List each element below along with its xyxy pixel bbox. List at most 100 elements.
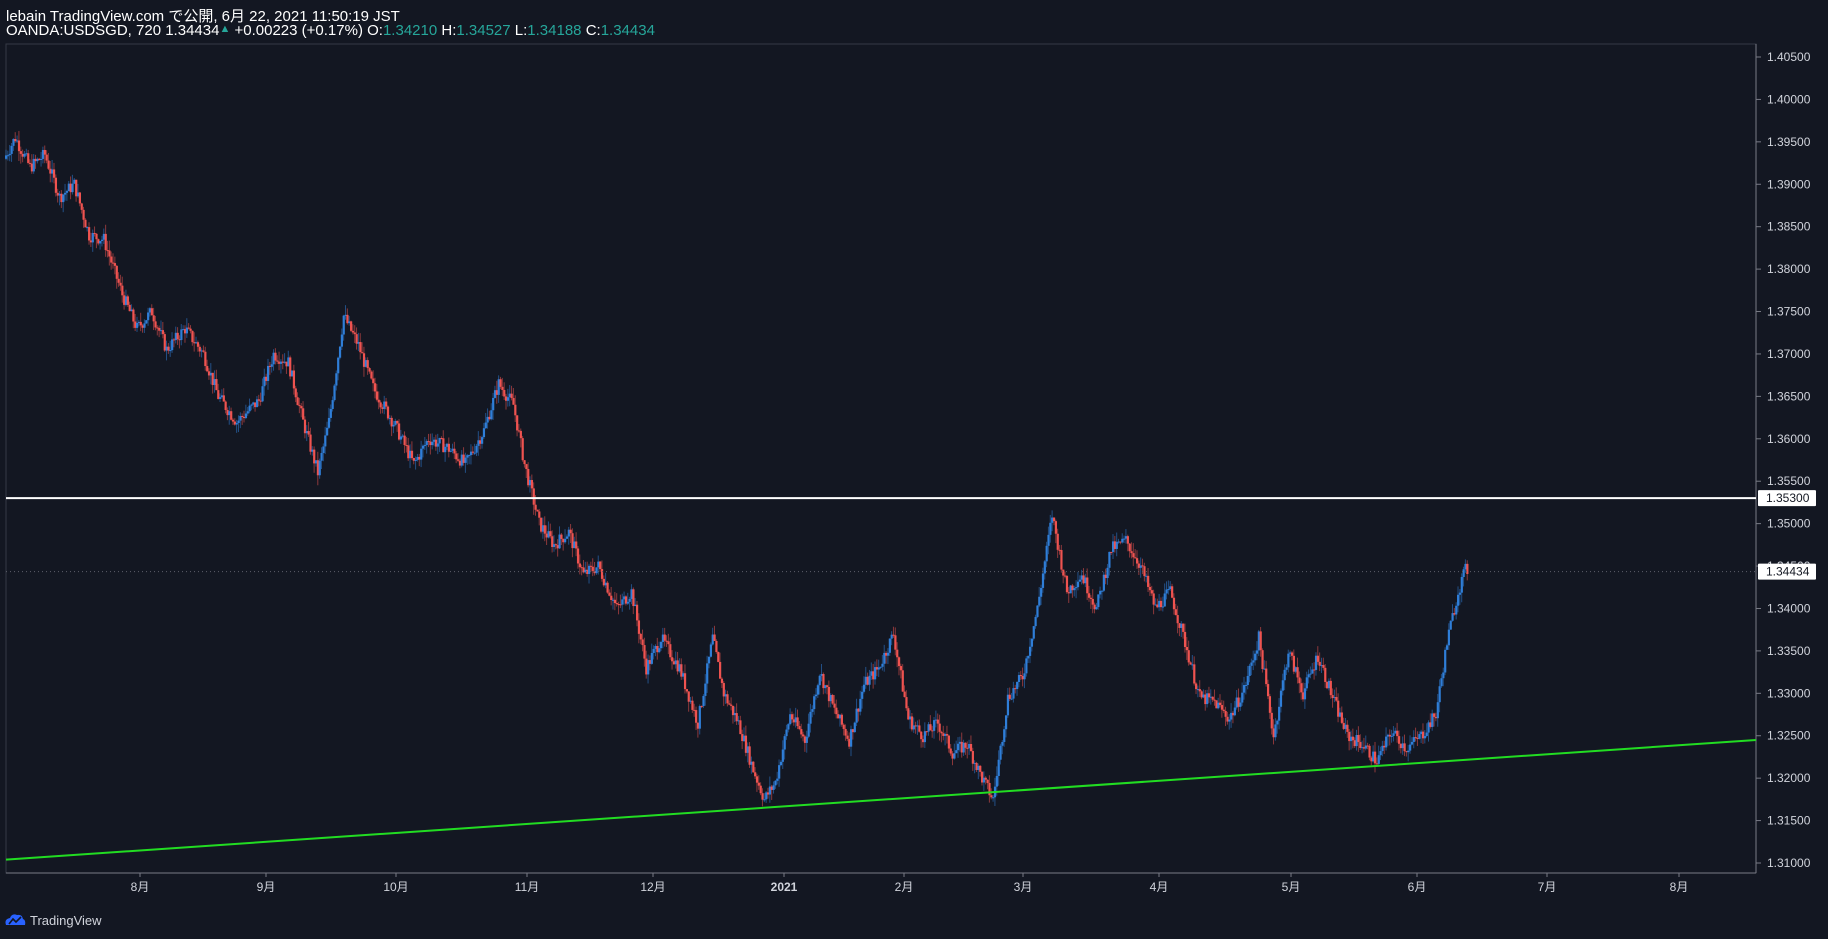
candle-up (337, 357, 340, 374)
candle-up (787, 724, 790, 730)
candle-down (615, 603, 618, 605)
time-tick-label: 10月 (383, 880, 408, 894)
candle-up (1028, 646, 1032, 656)
candles-layer (5, 130, 1469, 807)
candle-up (776, 778, 779, 781)
candle-up (595, 567, 598, 574)
candle-down (1207, 693, 1211, 698)
candle-down (104, 233, 107, 251)
candle-down (150, 308, 153, 316)
candle-up (886, 652, 890, 656)
candle-down (231, 419, 235, 422)
candle-down (1346, 724, 1349, 732)
time-tick-label: 8月 (1670, 880, 1689, 894)
price-tick-label: 1.40500 (1767, 50, 1811, 64)
candle-down (189, 328, 192, 331)
candle-up (565, 536, 569, 539)
candle-up (1049, 522, 1052, 535)
price-axis[interactable]: 1.40500 1.40000 1.39500 1.39000 1.38500 1.380… (1756, 50, 1811, 870)
candle-up (1440, 678, 1443, 687)
candle-down (126, 296, 129, 305)
candle-down (1148, 586, 1152, 591)
candle-down (224, 401, 227, 411)
candle-up (1027, 655, 1030, 659)
candle-up (811, 709, 814, 712)
candle-down (728, 703, 731, 705)
candle-up (329, 408, 332, 418)
price-chart[interactable]: 1.40500 1.40000 1.39500 1.39000 1.38500 1.380… (0, 0, 1828, 939)
candle-down (905, 697, 908, 709)
candle-down (1150, 590, 1153, 594)
candle-up (1449, 620, 1452, 630)
candle-down (613, 599, 617, 604)
candle-up (1010, 698, 1013, 700)
candle-down (1224, 710, 1227, 717)
candle-down (1220, 705, 1224, 710)
candle-up (702, 695, 705, 707)
candle-up (1442, 672, 1445, 679)
candle-down (591, 566, 594, 572)
candle-down (632, 589, 635, 607)
candle-up (772, 785, 775, 790)
candle-up (1239, 702, 1242, 707)
candle-down (78, 192, 81, 204)
candle-down (1322, 665, 1325, 668)
candle-down (1091, 598, 1094, 605)
candle-up (1447, 629, 1450, 646)
candle-up (481, 437, 484, 444)
candle-up (809, 711, 812, 724)
candle-down (386, 406, 390, 419)
candle-up (628, 598, 631, 602)
candle-down (532, 488, 535, 505)
candle-up (1165, 589, 1168, 594)
candle-up (1458, 592, 1462, 595)
candle-down (754, 772, 757, 777)
candle-up (490, 410, 493, 420)
candle-up (783, 736, 786, 750)
candle-up (1379, 751, 1382, 756)
candle-down (1351, 736, 1355, 741)
candle-down (410, 450, 414, 459)
candle-up (10, 145, 13, 154)
candle-down (54, 177, 58, 193)
candle-down (554, 544, 558, 546)
candle-up (923, 731, 927, 743)
candle-down (296, 397, 299, 406)
candle-down (752, 761, 755, 773)
tradingview-brand: TradingView (30, 912, 102, 928)
candle-down (790, 714, 794, 720)
candle-down (403, 435, 406, 446)
candle-up (1167, 589, 1170, 591)
candle-down (671, 657, 674, 662)
line-price-badge-text: 1.35300 (1766, 491, 1810, 505)
price-tick-label: 1.38500 (1767, 220, 1811, 234)
candle-up (818, 675, 821, 686)
time-axis[interactable]: 8月 9月 10月 11月 12月 2021 2月 3月 4月 5月 6月 7月 8月 (131, 873, 1689, 894)
candle-up (1163, 593, 1166, 607)
price-tick-label: 1.34000 (1767, 601, 1811, 615)
candle-down (108, 250, 111, 257)
candle-down (971, 751, 974, 764)
candle-down (1198, 689, 1201, 692)
candle-down (80, 203, 83, 210)
candle-up (492, 397, 495, 411)
candle-down (1222, 709, 1225, 711)
time-tick-label: 9月 (257, 880, 276, 894)
candle-down (576, 548, 580, 564)
candle-up (621, 599, 624, 605)
candle-down (113, 263, 117, 266)
price-tick-label: 1.39000 (1767, 177, 1811, 191)
price-tick-label: 1.35500 (1767, 474, 1811, 488)
candle-up (1309, 673, 1312, 675)
candle-up (813, 696, 816, 710)
candle-up (1106, 567, 1109, 579)
candle-down (1183, 631, 1187, 647)
candle-up (1161, 606, 1165, 608)
candle-up (1003, 729, 1006, 742)
candle-up (1409, 744, 1412, 751)
candle-up (1457, 594, 1460, 606)
candle-up (1274, 724, 1277, 738)
candle-down (945, 734, 949, 736)
candle-down (549, 531, 552, 537)
candle-down (257, 399, 260, 401)
